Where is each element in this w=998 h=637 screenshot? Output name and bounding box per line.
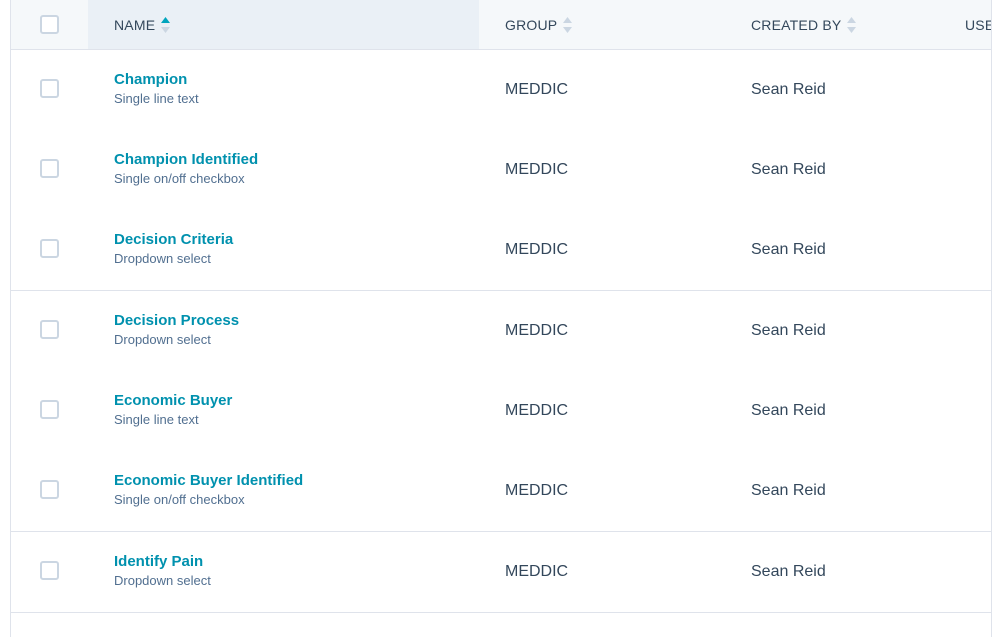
properties-table: NAME GROUP CREATED BY USE Champion Singl… <box>10 0 992 637</box>
table-header: NAME GROUP CREATED BY USE <box>11 0 991 50</box>
property-name-link[interactable]: Decision Process <box>114 312 239 329</box>
table-row[interactable]: Champion Single line text MEDDIC Sean Re… <box>11 50 991 131</box>
property-name-link-partial[interactable] <box>114 632 244 637</box>
row-checkbox[interactable] <box>40 159 59 178</box>
row-checkbox[interactable] <box>40 400 59 419</box>
property-name-link[interactable]: Champion Identified <box>114 151 258 168</box>
row-checkbox[interactable] <box>40 79 59 98</box>
property-type: Dropdown select <box>114 332 211 347</box>
table-row[interactable]: Economic Buyer Identified Single on/off … <box>11 451 991 532</box>
table-row[interactable]: Decision Criteria Dropdown select MEDDIC… <box>11 210 991 291</box>
row-checkbox[interactable] <box>40 320 59 339</box>
property-created-by: Sean Reid <box>751 482 826 499</box>
sort-icon <box>563 16 573 33</box>
property-group: MEDDIC <box>505 402 569 419</box>
table-row[interactable]: Champion Identified Single on/off checkb… <box>11 130 991 211</box>
column-header-name-label: NAME <box>114 16 156 33</box>
column-header-group-label: GROUP <box>505 16 558 33</box>
row-checkbox[interactable] <box>40 239 59 258</box>
property-created-by: Sean Reid <box>751 322 826 339</box>
row-checkbox[interactable] <box>40 561 59 580</box>
table-row[interactable]: Decision Process Dropdown select MEDDIC … <box>11 291 991 372</box>
property-group: MEDDIC <box>505 241 569 258</box>
property-name-link[interactable]: Identify Pain <box>114 553 203 570</box>
row-checkbox[interactable] <box>40 480 59 499</box>
property-type: Dropdown select <box>114 573 211 588</box>
property-group: MEDDIC <box>505 81 569 98</box>
property-created-by: Sean Reid <box>751 402 826 419</box>
column-header-used-in[interactable]: USE <box>965 0 992 49</box>
property-type: Single on/off checkbox <box>114 171 245 186</box>
column-header-name[interactable]: NAME <box>114 0 171 49</box>
property-type: Dropdown select <box>114 251 211 266</box>
property-group: MEDDIC <box>505 482 569 499</box>
property-group: MEDDIC <box>505 322 569 339</box>
property-name-link[interactable]: Economic Buyer <box>114 392 232 409</box>
property-created-by: Sean Reid <box>751 81 826 98</box>
property-group: MEDDIC <box>505 563 569 580</box>
property-type: Single line text <box>114 412 199 427</box>
column-header-used-in-label: USE <box>965 16 992 33</box>
sort-ascending-icon <box>161 16 171 33</box>
property-name-link[interactable]: Champion <box>114 71 187 88</box>
column-header-created-by[interactable]: CREATED BY <box>751 0 857 49</box>
property-type: Single line text <box>114 91 199 106</box>
sort-icon <box>847 16 857 33</box>
table-row[interactable]: Identify Pain Dropdown select MEDDIC Sea… <box>11 532 991 613</box>
property-group: MEDDIC <box>505 161 569 178</box>
column-header-created-by-label: CREATED BY <box>751 16 842 33</box>
table-row-partial[interactable] <box>11 612 991 637</box>
property-created-by: Sean Reid <box>751 241 826 258</box>
select-all-checkbox[interactable] <box>40 15 59 34</box>
property-created-by: Sean Reid <box>751 563 826 580</box>
property-type: Single on/off checkbox <box>114 492 245 507</box>
property-name-link[interactable]: Decision Criteria <box>114 231 233 248</box>
column-header-group[interactable]: GROUP <box>505 0 573 49</box>
property-name-link[interactable]: Economic Buyer Identified <box>114 472 303 489</box>
table-row[interactable]: Economic Buyer Single line text MEDDIC S… <box>11 371 991 452</box>
property-created-by: Sean Reid <box>751 161 826 178</box>
